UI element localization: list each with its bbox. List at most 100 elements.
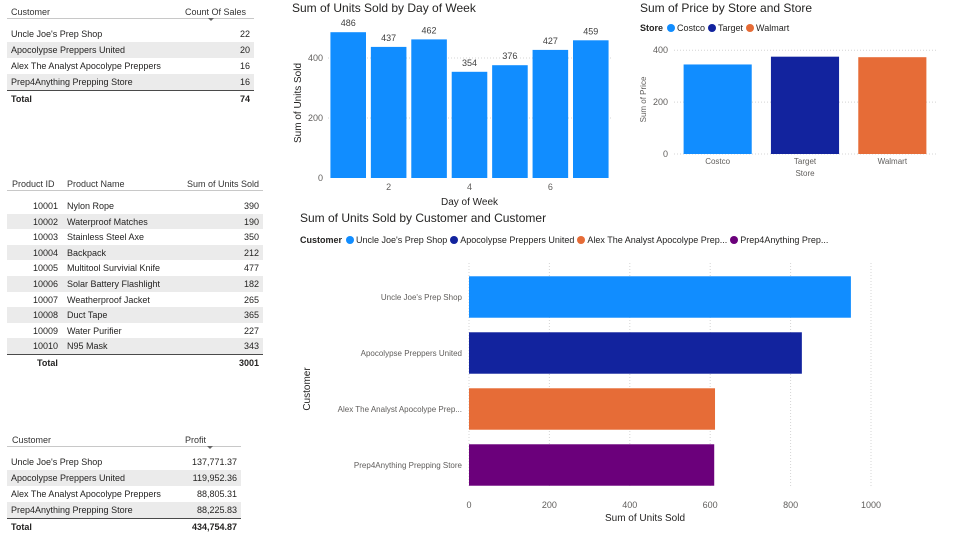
bar [770,56,840,154]
cell-product-name: Weatherproof Jacket [67,294,150,305]
x-tick-label: 6 [548,182,553,192]
y-tick-label: 400 [308,53,323,63]
cell-units-sold: 212 [243,247,259,258]
cell-customer: Apocolypse Preppers United [11,45,126,55]
x-axis-title: Store [795,169,815,178]
y-tick-label: 0 [318,173,323,183]
table-row[interactable]: 10008 Duct Tape 365 [7,307,263,323]
cell-units-sold: 365 [243,310,259,321]
cell-product-id: 10001 [33,201,59,211]
store-price-chart[interactable]: Sum of Price by Store and Store Store Co… [634,0,944,190]
product-table: Product ID Product Name Sum of Units Sol… [7,177,263,371]
table-row[interactable]: 10001 Nylon Rope 390 [7,198,263,214]
table-row[interactable]: Uncle Joe's Prep Shop 137,771.37 [7,454,241,470]
table-row[interactable]: 10010 N95 Mask 343 [7,338,263,354]
x-tick-label: 800 [783,500,798,510]
table-row[interactable]: 10006 Solar Battery Flashlight 182 [7,276,263,292]
data-label: 354 [462,58,477,68]
x-tick-label: Walmart [878,157,908,166]
table-header: Customer Profit [7,433,241,447]
y-tick-label: 200 [308,113,323,123]
day-of-week-plot: 02004004864374623543764274592 4 6Day of We… [293,18,611,208]
column-header-product-id[interactable]: Product ID [12,179,55,189]
cell-product-name: Waterproof Matches [67,216,148,227]
data-label: 462 [422,25,437,35]
table-total-row: Total 434,754.87 [7,518,241,534]
bar [451,71,488,178]
column-header-customer[interactable]: Customer [11,7,50,17]
cell-product-name: Nylon Rope [67,201,115,211]
column-header-customer[interactable]: Customer [12,435,51,445]
cell-product-name: Duct Tape [67,310,108,321]
data-label: 459 [583,26,598,36]
y-axis-title: Sum of Price [639,76,648,122]
sort-desc-icon[interactable] [207,446,213,449]
cell-customer: Uncle Joe's Prep Shop [11,29,103,39]
cell-customer: Prep4Anything Prepping Store [11,77,133,87]
column-header-profit[interactable]: Profit [185,435,206,445]
profit-table: Customer Profit Uncle Joe's Prep Shop 13… [7,433,241,533]
table-row[interactable]: 10002 Waterproof Matches 190 [7,213,263,230]
cell-product-id: 10004 [33,247,59,258]
cell-units-sold: 477 [243,263,259,274]
bar [469,332,802,374]
bar [492,65,528,178]
cell-customer: Apocolypse Preppers United [11,473,126,483]
cell-units-sold: 390 [243,201,259,211]
cell-customer: Alex The Analyst Apocolype Preppers [11,489,161,499]
table-row[interactable]: 10009 Water Purifier 227 [7,323,263,339]
table-row[interactable]: 10007 Weatherproof Jacket 265 [7,292,263,308]
x-axis-title: Sum of Units Sold [605,513,685,524]
y-tick-label: 0 [663,149,668,159]
table-row[interactable]: Prep4Anything Prepping Store 16 [7,74,254,90]
cell-profit: 137,771.37 [191,457,237,467]
table-header: Product ID Product Name Sum of Units Sol… [7,177,263,191]
bar [532,49,569,179]
cell-profit: 88,805.31 [196,489,237,499]
customer-units-chart[interactable]: Sum of Units Sold by Customer and Custom… [294,205,944,533]
cell-product-id: 10008 [33,310,59,321]
day-of-week-chart[interactable]: Sum of Units Sold by Day of Week 0 200 400… [286,0,616,210]
x-tick-label: 2 [386,182,391,192]
cell-product-name: N95 Mask [67,341,108,352]
total-label: Total [11,522,32,532]
x-tick-label: Target [794,157,817,166]
x-tick-label: 4 [467,182,472,192]
cell-product-name: Backpack [67,247,107,258]
column-header-product-name[interactable]: Product Name [67,179,125,189]
table-row[interactable]: Uncle Joe's Prep Shop 22 [7,26,254,42]
table-row[interactable]: Alex The Analyst Apocolype Preppers 88,8… [7,486,241,502]
table-row[interactable]: Apocolypse Preppers United 119,952.36 [7,470,241,486]
cell-product-id: 10007 [33,294,59,305]
cell-profit: 119,952.36 [192,473,237,483]
cell-product-id: 10009 [33,325,59,336]
table-header: Customer Count Of Sales [7,5,254,19]
bar [683,64,752,154]
sort-desc-icon[interactable] [208,18,214,21]
table-row[interactable]: 10005 Multitool Survivial Knife 477 [7,260,263,276]
cell-units-sold: 227 [243,325,259,336]
column-header-count-of-sales[interactable]: Count Of Sales [185,7,246,17]
bar [858,57,927,155]
cell-product-id: 10003 [33,232,59,243]
store-price-plot: 0 200 400 Costco Target Walmart Store Sum of Pr… [639,45,936,178]
total-label: Total [37,358,58,368]
y-tick-label: Apocolypse Preppers United [361,349,462,358]
cell-units-sold: 343 [243,341,259,352]
table-row[interactable]: 10003 Stainless Steel Axe 350 [7,229,263,245]
x-tick-label: 600 [703,500,718,510]
cell-product-id: 10002 [33,216,59,227]
table-row[interactable]: Apocolypse Preppers United 20 [7,42,254,58]
cell-count: 22 [239,29,250,39]
table-total-row: Total 3001 [7,354,263,370]
total-label: Total [11,94,32,104]
table-row[interactable]: Alex The Analyst Apocolype Preppers 16 [7,58,254,74]
cell-count: 20 [239,45,250,55]
cell-product-name: Solar Battery Flashlight [67,279,161,289]
cell-product-id: 10005 [33,263,59,274]
table-row[interactable]: Prep4Anything Prepping Store 88,225.83 [7,502,241,518]
column-header-sum-units[interactable]: Sum of Units Sold [187,179,259,189]
table-row[interactable]: 10004 Backpack 212 [7,244,263,261]
cell-units-sold: 265 [243,294,259,305]
cell-product-name: Multitool Survivial Knife [67,263,161,274]
